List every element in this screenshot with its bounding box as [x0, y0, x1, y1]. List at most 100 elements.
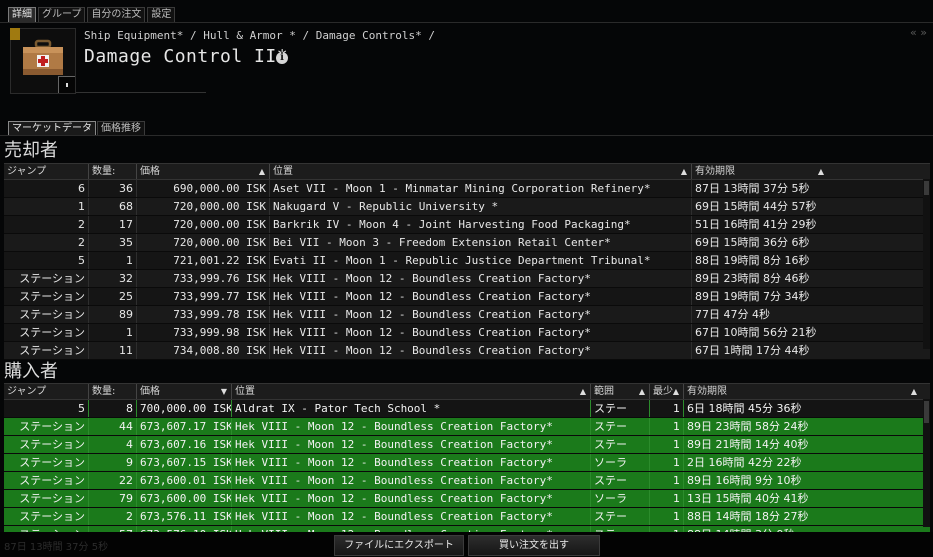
cell-price: 721,001.22 ISK — [136, 252, 269, 269]
cell-jumps: ステーション — [19, 326, 85, 339]
sellers-scrollbar[interactable] — [923, 179, 930, 349]
sort-arrow-icon: ▲ — [680, 167, 687, 176]
cell-jumps: ステーション — [19, 290, 85, 303]
cell-location: Bei VII - Moon 3 - Freedom Extension Ret… — [269, 234, 691, 251]
cell-location: Hek VIII - Moon 12 - Boundless Creation … — [231, 454, 590, 471]
meta-level-badge — [10, 28, 20, 40]
cell-jumps: ステーション — [19, 492, 85, 505]
buyers-table-header: ジャンプ 数量: 価格 ▼ 位置 ▲ 範囲 ▲ 最少 ▲ 有効期限 ▲ — [4, 383, 930, 400]
tab-price-history[interactable]: 価格推移 — [97, 121, 145, 136]
table-row[interactable]: ステーション 89 733,999.78 ISK Hek VIII - Moon 12… — [4, 306, 930, 324]
cell-min-volume: 1 — [649, 418, 683, 435]
cell-location: Evati II - Moon 1 - Republic Justice Dep… — [269, 252, 691, 269]
tab-details[interactable]: 詳細 — [8, 7, 36, 23]
cell-quantity: 25 — [88, 288, 136, 305]
col-jumps[interactable]: ジャンプ — [4, 384, 88, 399]
cell-range: ステー — [590, 436, 649, 453]
table-row[interactable]: ステーション 79 673,600.00 ISK Hek VIII - Moon 12… — [4, 490, 930, 508]
cell-jumps: ステーション — [19, 272, 85, 285]
cell-price: 673,607.17 ISK — [136, 418, 231, 435]
cell-expires: 6日 18時間 45分 36秒 — [683, 400, 921, 417]
cell-expires: 89日 21時間 14分 40秒 — [683, 436, 921, 453]
table-row[interactable]: 1 68 720,000.00 ISK Nakugard V - Republic U… — [4, 198, 930, 216]
cell-location: Hek VIII - Moon 12 - Boundless Creation … — [269, 270, 691, 287]
cell-price: 733,999.76 ISK — [136, 270, 269, 287]
sort-arrow-icon: ▲ — [638, 387, 645, 396]
cell-location: Hek VIII - Moon 12 - Boundless Creation … — [269, 324, 691, 341]
tab-market-data[interactable]: マーケットデータ — [8, 121, 96, 136]
cell-min-volume: 1 — [649, 490, 683, 507]
tab-settings[interactable]: 設定 — [147, 7, 176, 23]
cell-price: 720,000.00 ISK — [136, 216, 269, 233]
col-expires[interactable]: 有効期限 ▲ — [691, 164, 828, 179]
col-price[interactable]: 価格 ▼ — [136, 384, 231, 399]
table-row[interactable]: ステーション 25 733,999.77 ISK Hek VIII - Moon 12… — [4, 288, 930, 306]
table-row[interactable]: 6 36 690,000.00 ISK Aset VII - Moon 1 - Min… — [4, 180, 930, 198]
table-row[interactable]: ステーション 44 673,607.17 ISK Hek VIII - Moon 12… — [4, 418, 930, 436]
cell-quantity: 9 — [88, 454, 136, 471]
col-location[interactable]: 位置 ▲ — [231, 384, 590, 399]
table-row[interactable]: ステーション 4 673,607.16 ISK Hek VIII - Moon 12 … — [4, 436, 930, 454]
breadcrumb[interactable]: Ship Equipment* / Hull & Armor * / Damag… — [84, 29, 435, 42]
cell-min-volume: 1 — [649, 472, 683, 489]
col-quantity[interactable]: 数量: — [88, 164, 136, 179]
table-row[interactable]: 5 8 700,000.00 ISK Aldrat IX - Pator Tech S… — [4, 400, 930, 418]
sort-arrow-icon: ▲ — [258, 167, 265, 176]
buyers-scrollbar[interactable] — [923, 399, 930, 527]
cell-expires: 2日 16時間 42分 22秒 — [683, 454, 921, 471]
sort-arrow-icon: ▲ — [817, 167, 824, 176]
cell-jumps: 5 — [78, 254, 85, 267]
table-row[interactable]: 2 17 720,000.00 ISK Barkrik IV - Moon 4 - J… — [4, 216, 930, 234]
market-sub-tab-bar: マーケットデータ 価格推移 — [8, 121, 145, 136]
col-expires[interactable]: 有効期限 ▲ — [683, 384, 921, 399]
cell-price: 733,999.77 ISK — [136, 288, 269, 305]
table-row[interactable]: ステーション 11 734,008.80 ISK Hek VIII - Moon 12… — [4, 342, 930, 360]
table-row[interactable]: ステーション 2 673,576.11 ISK Hek VIII - Moon 12 … — [4, 508, 930, 526]
cell-location: Hek VIII - Moon 12 - Boundless Creation … — [231, 472, 590, 489]
collapse-icon[interactable]: « » — [910, 26, 927, 39]
tab-group[interactable]: グループ — [38, 7, 86, 23]
cell-location: Hek VIII - Moon 12 - Boundless Creation … — [231, 490, 590, 507]
export-to-file-button[interactable]: ファイルにエクスポート — [334, 535, 464, 556]
cell-quantity: 17 — [88, 216, 136, 233]
col-jumps[interactable]: ジャンプ — [4, 164, 88, 179]
cell-location: Barkrik IV - Moon 4 - Joint Harvesting F… — [269, 216, 691, 233]
col-range[interactable]: 範囲 ▲ — [590, 384, 649, 399]
place-buy-order-button[interactable]: 買い注文を出す — [468, 535, 600, 556]
col-location[interactable]: 位置 ▲ — [269, 164, 691, 179]
cell-location: Hek VIII - Moon 12 - Boundless Creation … — [231, 508, 590, 525]
table-row[interactable]: 2 35 720,000.00 ISK Bei VII - Moon 3 - Free… — [4, 234, 930, 252]
cell-min-volume: 1 — [649, 508, 683, 525]
divider — [0, 135, 933, 136]
cell-range: ステー — [590, 472, 649, 489]
col-quantity[interactable]: 数量: — [88, 384, 136, 399]
cell-jumps: ステーション — [19, 308, 85, 321]
bottom-status-text: 87日 13時間 37分 5秒 — [4, 542, 109, 553]
cell-price: 673,600.01 ISK — [136, 472, 231, 489]
cell-min-volume: 1 — [649, 454, 683, 471]
cell-jumps: ステーション — [19, 438, 85, 451]
info-icon[interactable]: i — [276, 52, 288, 64]
col-min-volume[interactable]: 最少 ▲ — [649, 384, 683, 399]
cell-expires: 89日 19時間 7分 34秒 — [691, 288, 828, 305]
cell-location: Hek VIII - Moon 12 - Boundless Creation … — [269, 306, 691, 323]
cell-expires: 13日 15時間 40分 41秒 — [683, 490, 921, 507]
table-row[interactable]: 5 1 721,001.22 ISK Evati II - Moon 1 - Repu… — [4, 252, 930, 270]
cell-expires: 51日 16時間 41分 29秒 — [691, 216, 828, 233]
cell-location: Hek VIII - Moon 12 - Boundless Creation … — [269, 288, 691, 305]
cell-expires: 87日 13時間 37分 5秒 — [691, 180, 828, 197]
cell-jumps: 2 — [78, 236, 85, 249]
cell-location: Nakugard V - Republic University * — [269, 198, 691, 215]
sellers-table: ジャンプ 数量: 価格 ▲ 位置 ▲ 有効期限 ▲ 6 36 690,000.00 ISK… — [4, 163, 930, 360]
item-attribute-button[interactable] — [58, 76, 75, 93]
cell-quantity: 11 — [88, 342, 136, 359]
buyers-table: ジャンプ 数量: 価格 ▼ 位置 ▲ 範囲 ▲ 最少 ▲ 有効期限 ▲ 5 8 700,000… — [4, 383, 930, 544]
table-row[interactable]: ステーション 32 733,999.76 ISK Hek VIII - Moon 12… — [4, 270, 930, 288]
table-row[interactable]: ステーション 9 673,607.15 ISK Hek VIII - Moon 12 … — [4, 454, 930, 472]
buyers-table-body: 5 8 700,000.00 ISK Aldrat IX - Pator Tech S… — [4, 400, 930, 544]
table-row[interactable]: ステーション 22 673,600.01 ISK Hek VIII - Moon 12… — [4, 472, 930, 490]
table-row[interactable]: ステーション 1 733,999.98 ISK Hek VIII - Moon 12 … — [4, 324, 930, 342]
tab-my-orders[interactable]: 自分の注文 — [87, 7, 146, 23]
cell-expires: 88日 19時間 8分 16秒 — [691, 252, 828, 269]
col-price[interactable]: 価格 ▲ — [136, 164, 269, 179]
